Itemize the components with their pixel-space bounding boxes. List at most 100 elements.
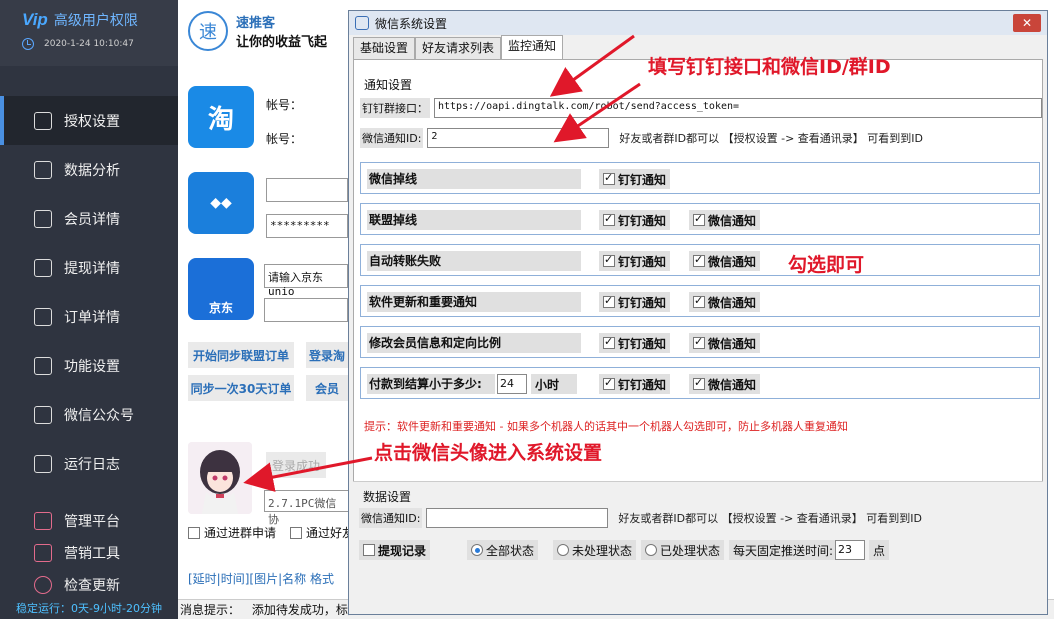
group-union-offline: 联盟掉线 钉钉通知 微信通知 <box>360 203 1040 235</box>
wechat-id-input[interactable]: 2 <box>427 128 610 148</box>
app-title: 高级用户权限 <box>53 13 138 29</box>
annotation-top: 填写钉钉接口和微信ID/群ID <box>648 56 891 78</box>
globe-icon <box>34 111 52 130</box>
sync-30-days-button[interactable]: 同步一次30天订单 <box>188 375 294 401</box>
sidebar-item-update[interactable]: 检查更新 <box>0 569 178 601</box>
bar-chart-icon <box>34 544 52 562</box>
checkbox-label: 通过好友 <box>306 526 355 540</box>
wechat-avatar[interactable] <box>188 442 252 514</box>
pdd-password-input[interactable]: ********* <box>266 214 348 238</box>
checkbox-icon <box>603 335 615 349</box>
data-wechat-id-input[interactable] <box>426 508 609 528</box>
withdraw-record-checkbox[interactable]: 提现记录 <box>359 540 431 560</box>
sidebar-item-members[interactable]: 会员详情 <box>0 194 178 243</box>
push-time-input[interactable]: 23 <box>835 540 865 560</box>
wechat-id-row: 微信通知ID: 2 好友或者群ID都可以 【授权设置 -> 查看通讯录】 可看到… <box>360 128 923 148</box>
radio-label: 未处理状态 <box>572 543 633 558</box>
sidebar-item-wechat-official[interactable]: 微信公众号 <box>0 390 178 439</box>
checkbox-label: 钉钉通知 <box>618 254 667 269</box>
dialog-title: 微信系统设置 <box>375 16 448 31</box>
status-prefix: 消息提示： <box>180 603 241 617</box>
checkbox-icon <box>603 376 615 390</box>
checkbox-icon <box>603 171 615 185</box>
checkbox-icon <box>603 253 615 267</box>
template-tags: [延时|时间][图片|名称 格式 <box>188 572 334 586</box>
wx-notify-checkbox[interactable]: 微信通知 <box>689 292 761 312</box>
friend-join-checkbox[interactable]: 通过好友 <box>290 524 354 541</box>
checkbox-label: 钉钉通知 <box>618 336 667 351</box>
tab-friend-requests[interactable]: 好友请求列表 <box>415 37 502 59</box>
radio-all-status[interactable]: 全部状态 <box>467 540 539 560</box>
sidebar-item-label: 管理平台 <box>64 514 120 530</box>
sidebar-item-label: 数据分析 <box>64 162 120 179</box>
member-button[interactable]: 会员 <box>306 375 348 401</box>
checkbox-label: 提现记录 <box>378 543 427 558</box>
wx-notify-checkbox[interactable]: 微信通知 <box>689 333 761 353</box>
group-payment-settlement: 付款到结算小于多少: 24 小时 钉钉通知 微信通知 <box>360 367 1040 399</box>
dingtalk-label: 钉钉群接口： <box>360 98 430 118</box>
wechat-id-hint: 好友或者群ID都可以 【授权设置 -> 查看通讯录】 可看到到ID <box>619 132 924 145</box>
jd-key-input[interactable] <box>264 298 348 322</box>
checkbox-label: 钉钉通知 <box>618 295 667 310</box>
sidebar-item-admin[interactable]: 管理平台 <box>0 505 178 537</box>
ding-notify-checkbox[interactable]: 钉钉通知 <box>599 333 671 353</box>
sidebar-item-orders[interactable]: 订单详情 <box>0 292 178 341</box>
sidebar-item-withdraw[interactable]: 提现详情 <box>0 243 178 292</box>
sidebar-item-label: 营销工具 <box>64 546 120 562</box>
sidebar-item-auth[interactable]: 授权设置 <box>0 96 178 145</box>
close-button[interactable]: ✕ <box>1013 14 1041 32</box>
sidebar-header: Vip 高级用户权限 2020-1-24 10:10:47 <box>0 0 178 66</box>
hours-unit: 小时 <box>531 374 577 394</box>
avatar-image-icon <box>188 442 252 514</box>
sync-orders-button[interactable]: 开始同步联盟订单 <box>188 342 294 368</box>
wechat-settings-dialog: 微信系统设置 ✕ 基础设置 好友请求列表 监控通知 通知设置 钉钉群接口： ht… <box>348 10 1048 615</box>
sidebar-item-analytics[interactable]: 数据分析 <box>0 145 178 194</box>
version-field: 2.7.1PC微信协 <box>264 490 350 526</box>
runtime-status: 稳定运行：0天-9小时-20分钟 <box>16 602 162 615</box>
wx-notify-checkbox[interactable]: 微信通知 <box>689 210 761 230</box>
sidebar-item-label: 微信公众号 <box>64 407 134 424</box>
wx-notify-checkbox[interactable]: 微信通知 <box>689 251 761 271</box>
sidebar-item-label: 订单详情 <box>64 309 120 326</box>
sidebar-item-logs[interactable]: 运行日志 <box>0 439 178 488</box>
ding-notify-checkbox[interactable]: 钉钉通知 <box>599 374 671 394</box>
radio-pending-status[interactable]: 未处理状态 <box>553 540 637 560</box>
tab-basic[interactable]: 基础设置 <box>353 37 416 59</box>
radio-label: 全部状态 <box>486 543 535 558</box>
edit-icon <box>34 209 52 228</box>
dingtalk-input[interactable]: https://oapi.dingtalk.com/robot/send?acc… <box>434 98 1042 118</box>
checkbox-icon <box>693 294 705 308</box>
hours-input[interactable]: 24 <box>497 374 527 394</box>
ding-notify-checkbox[interactable]: 钉钉通知 <box>599 210 671 230</box>
group-join-checkbox[interactable]: 通过进群申请 <box>188 524 276 541</box>
checkbox-label: 钉钉通知 <box>618 172 667 187</box>
tab-monitor[interactable]: 监控通知 <box>501 35 564 59</box>
ding-notify-checkbox[interactable]: 钉钉通知 <box>599 169 671 189</box>
sidebar-item-marketing[interactable]: 营销工具 <box>0 537 178 569</box>
pdd-account-input[interactable] <box>266 178 348 202</box>
checkbox-label: 微信通知 <box>708 254 757 269</box>
group-software-update: 软件更新和重要通知 钉钉通知 微信通知 <box>360 285 1040 317</box>
speaker-icon <box>34 454 52 473</box>
ding-notify-checkbox[interactable]: 钉钉通知 <box>599 292 671 312</box>
login-success-button[interactable]: 登录成功 <box>266 452 326 478</box>
wx-notify-checkbox[interactable]: 微信通知 <box>689 374 761 394</box>
checkbox-label: 微信通知 <box>708 336 757 351</box>
radio-label: 已处理状态 <box>660 543 721 558</box>
checkbox-icon <box>603 294 615 308</box>
ding-notify-checkbox[interactable]: 钉钉通知 <box>599 251 671 271</box>
login-taobao-button[interactable]: 登录淘 <box>306 342 348 368</box>
sidebar-item-features[interactable]: 功能设置 <box>0 341 178 390</box>
jd-union-input[interactable]: 请输入京东unio <box>264 264 348 298</box>
group-transfer-failed: 自动转账失败 钉钉通知 微信通知 <box>360 244 1040 276</box>
sidebar-item-label: 授权设置 <box>64 113 120 130</box>
group-label: 联盟掉线 <box>367 210 581 230</box>
sidebar-item-label: 提现详情 <box>64 260 120 277</box>
data-section-title: 数据设置 <box>363 490 412 504</box>
checkbox-label: 钉钉通知 <box>618 213 667 228</box>
dingtalk-row: 钉钉群接口： https://oapi.dingtalk.com/robot/s… <box>360 98 1042 118</box>
data-wechat-id-label: 微信通知ID: <box>359 508 423 528</box>
radio-done-status[interactable]: 已处理状态 <box>641 540 725 560</box>
checkbox-icon <box>693 376 705 390</box>
push-time-unit: 点 <box>869 540 890 560</box>
